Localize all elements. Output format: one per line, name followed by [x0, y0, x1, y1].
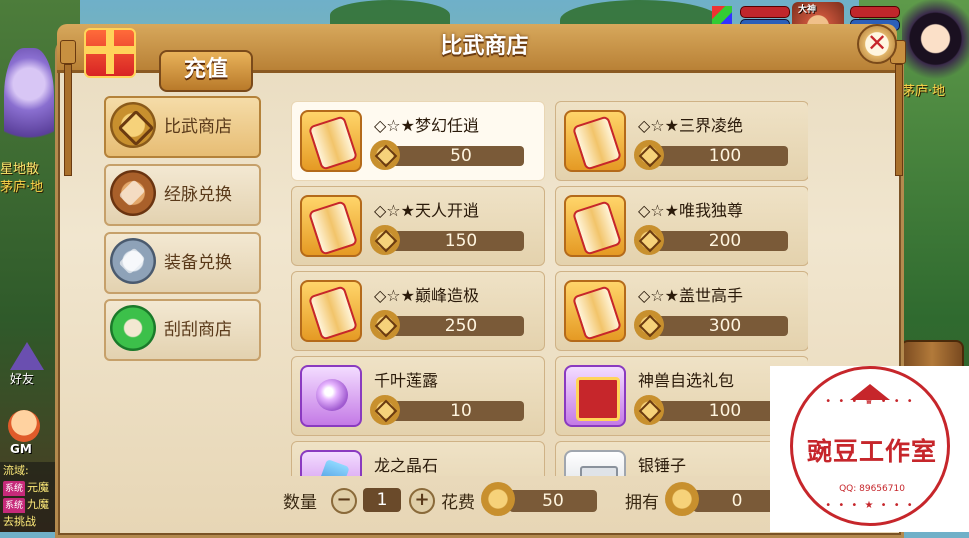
recharge-button[interactable]: 充值: [159, 50, 253, 92]
arena-coin-icon: [481, 482, 515, 516]
friends-label: 好友: [10, 372, 35, 386]
potion-icon: [300, 365, 362, 427]
item-name: 千叶莲露: [374, 371, 439, 390]
scroll-icon: [300, 110, 362, 172]
shop-item[interactable]: ◇☆★唯我独尊 200: [555, 186, 808, 266]
owned-label: 拥有: [625, 493, 659, 513]
scroll-icon: [564, 110, 626, 172]
crossed-swords-coin-icon: [110, 102, 156, 148]
system-tag: 系统: [3, 481, 26, 496]
watermark-dots: • • • ★ • • •: [825, 500, 915, 511]
jade-ring-icon: [110, 305, 156, 351]
item-name: 龙之晶石: [374, 456, 439, 475]
quantity-label: 数量: [283, 493, 317, 513]
item-price: 50: [450, 146, 472, 166]
gm-avatar-icon: [8, 410, 40, 442]
crystal-icon: [300, 450, 362, 476]
friends-button[interactable]: 好友: [4, 342, 50, 388]
purchase-bar: 数量 − 1 + 花费 50 拥有 0: [283, 478, 803, 522]
arena-coin-icon: [634, 140, 664, 170]
increase-quantity-button[interactable]: +: [409, 488, 435, 514]
arena-coin-icon: [634, 225, 664, 255]
item-name: ◇☆★盖世高手: [638, 286, 743, 305]
flag-icon[interactable]: [712, 6, 732, 26]
tab-arena-shop[interactable]: 比武商店: [104, 96, 261, 158]
shop-item[interactable]: ◇☆★三界凌绝 100: [555, 101, 808, 181]
watermark-dots: • • • ♛ • • •: [825, 396, 915, 407]
arena-coin-icon: [370, 395, 400, 425]
portrait-title: 大神: [798, 5, 817, 15]
watermark: • • • ♛ • • • 豌豆工作室 QQ: 89656710 • • • ★…: [770, 366, 969, 532]
tab-equipment-exchange[interactable]: 装备兑换: [104, 232, 261, 294]
scroll-icon: [300, 195, 362, 257]
hanging-tassel: [895, 64, 903, 176]
scroll-icon: [300, 280, 362, 342]
item-price: 100: [708, 146, 742, 166]
shop-item[interactable]: ◇☆★天人开逍 150: [291, 186, 545, 266]
arena-coin-icon: [634, 395, 664, 425]
hammer-icon: [564, 450, 626, 476]
shop-item[interactable]: 千叶莲露 10: [291, 356, 545, 436]
player-guild-right: 茅庐·地: [902, 84, 946, 99]
item-name: ◇☆★天人开逍: [374, 201, 479, 220]
shop-item[interactable]: 龙之晶石: [291, 441, 545, 476]
arena-coin-icon: [370, 140, 400, 170]
scroll-icon: [564, 280, 626, 342]
item-name: ◇☆★唯我独尊: [638, 201, 743, 220]
gm-label: GM: [10, 442, 32, 456]
close-button[interactable]: ✕: [857, 24, 897, 64]
item-name: ◇☆★梦幻任逍: [374, 116, 479, 135]
quantity-value[interactable]: 1: [363, 488, 401, 512]
tab-label: 经脉兑换: [164, 185, 232, 205]
item-price: 200: [708, 231, 742, 251]
tab-scratch-shop[interactable]: 刮刮商店: [104, 299, 261, 361]
gift-box-icon: [564, 365, 626, 427]
gift-box-icon[interactable]: [84, 28, 136, 78]
shop-item[interactable]: ◇☆★盖世高手 300: [555, 271, 808, 351]
tab-label: 装备兑换: [164, 253, 232, 273]
hp-bar: [850, 6, 900, 18]
tab-label: 比武商店: [164, 117, 232, 137]
item-grid[interactable]: ◇☆★梦幻任逍 50 ◇☆★三界凌绝 100 ◇☆★天人开逍 150 ◇☆★唯我…: [283, 93, 808, 476]
tab-meridian-exchange[interactable]: 经脉兑换: [104, 164, 261, 226]
cost-value: 50: [509, 490, 597, 512]
item-name: ◇☆★三界凌绝: [638, 116, 743, 135]
arena-coin-icon: [665, 482, 699, 516]
shop-item[interactable]: ◇☆★巅峰造极 250: [291, 271, 545, 351]
hp-bar: [740, 6, 790, 18]
tab-label: 刮刮商店: [164, 320, 232, 340]
arena-coin-icon: [370, 310, 400, 340]
hanging-tassel: [64, 64, 72, 176]
wizard-hat-icon: [10, 342, 44, 370]
gm-button[interactable]: GM: [4, 410, 48, 460]
watermark-title: 豌豆工作室: [806, 437, 937, 466]
arena-coin-icon: [634, 310, 664, 340]
item-price: 250: [444, 316, 478, 336]
system-tag: 系统: [3, 498, 26, 513]
arena-coin-icon: [370, 225, 400, 255]
item-price: 150: [444, 231, 478, 251]
silver-coin-icon: [110, 238, 156, 284]
item-name: ◇☆★巅峰造极: [374, 286, 479, 305]
shop-item[interactable]: ◇☆★梦幻任逍 50: [291, 101, 545, 181]
owned-value: 0: [693, 490, 781, 512]
scroll-icon: [564, 195, 626, 257]
watermark-qq: QQ: 89656710: [839, 484, 905, 494]
decrease-quantity-button[interactable]: −: [331, 488, 357, 514]
shop-title: 比武商店: [440, 34, 529, 59]
item-price: 300: [708, 316, 742, 336]
bronze-coin-icon: [110, 170, 156, 216]
item-price: 10: [450, 401, 472, 421]
cost-label: 花费: [441, 493, 475, 513]
